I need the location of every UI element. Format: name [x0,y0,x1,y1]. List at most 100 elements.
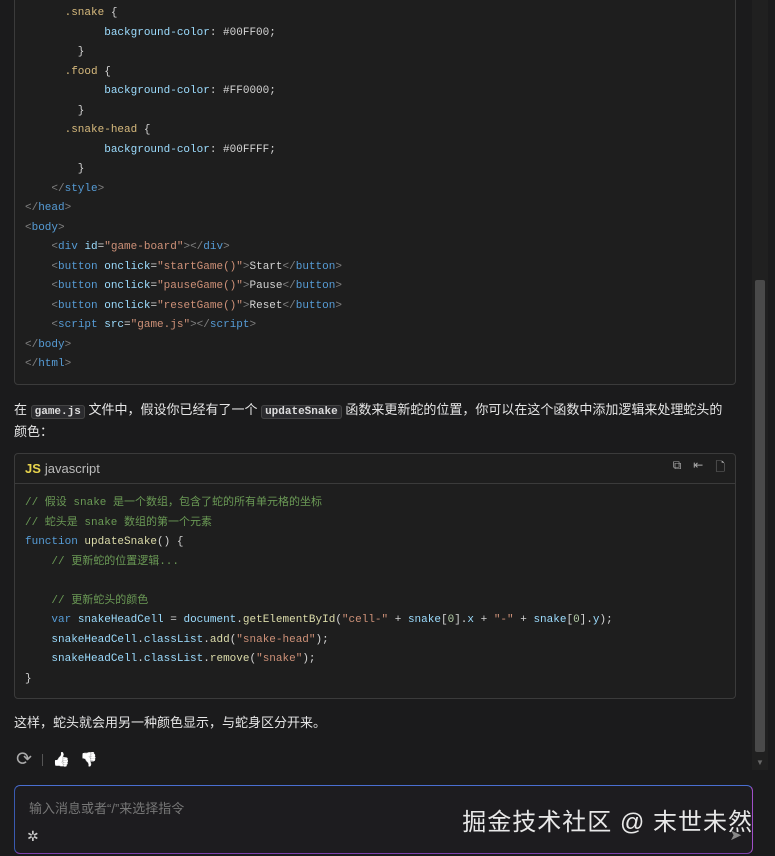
divider [41,753,43,766]
code-token: "startGame()" [157,260,243,273]
code-token: . [137,653,144,665]
code-line: </style> [25,180,725,200]
code-token: background-color [104,26,210,39]
code-line: } [25,102,725,122]
code-token: "resetGame()" [157,299,243,312]
code-token: > [64,202,72,214]
code-line: function updateSnake() { [25,533,725,553]
code-line: background-color: #00FF00; [25,24,725,44]
code-token: > [223,241,230,253]
code-token: style [64,182,98,195]
code-line: </body> [25,336,725,356]
code-line: <div id="game-board"></div> [25,238,725,258]
feedback-bar: ⟳ 👍 👎 [16,748,98,771]
code-token: [ [440,614,448,626]
javascript-code-block: JS javascript ⧉ ⇤ 🗋 // 假设 snake 是一个数组，包含… [14,453,736,699]
new-file-icon[interactable]: 🗋 [715,458,725,479]
code-token: snakeHeadCell [51,633,138,646]
code-token: . [203,633,210,646]
code-token: head [38,202,65,214]
code-token: // 更新蛇的位置逻辑... [51,555,180,568]
code-line: <button onclick="startGame()">Start</but… [25,258,725,278]
code-token: . [236,614,243,626]
code-line: .food { [25,63,725,83]
code-token: snakeHeadCell [51,653,138,665]
code-block-header: JS javascript ⧉ ⇤ 🗋 [15,454,735,484]
code-token: snakeHeadCell [77,614,164,626]
copy-icon[interactable]: ⧉ [673,458,682,479]
code-token: + [388,614,408,626]
code-token: ]. [454,614,468,626]
code-token: var [51,614,72,626]
code-token: remove [209,653,250,665]
code-token: ></ [190,319,210,331]
explanation-paragraph: 在 game.js 文件中，假设你已经有了一个 updateSnake 函数来更… [14,400,734,441]
code-token: > [335,260,342,273]
code-token: : #00FF00; [209,26,276,39]
code-token: </ [282,299,296,312]
code-token: "game.js" [130,319,191,331]
code-token: "snake" [256,653,303,665]
scrollbar[interactable]: ▼ [752,0,768,770]
watermark: 掘金技术社区 @ 末世未然 [462,809,753,836]
code-token: onclick [104,260,151,273]
code-token: { [104,7,118,19]
insert-code-icon[interactable]: ⇤ [693,458,703,479]
code-token: } [25,672,32,685]
code-line: .snake-head { [25,121,725,141]
code-token: body [31,221,59,234]
code-line: <script src="game.js"></script> [25,316,725,336]
code-token: > [64,338,72,351]
code-token: document [183,614,237,626]
scroll-down-arrow-icon[interactable]: ▼ [756,758,764,767]
code-content: .snake { background-color: #00FF00; } .f… [15,0,735,375]
code-token: body [38,338,65,351]
code-line: snakeHeadCell.classList.remove("snake"); [25,650,725,670]
code-line: background-color: #FF0000; [25,82,725,102]
code-line: <button onclick="resetGame()">Reset</but… [25,297,725,317]
code-token: snake [407,614,441,626]
code-token: snake [533,614,567,626]
code-token: . [137,633,144,646]
code-token: .food [64,65,98,78]
code-token: "game-board" [104,241,184,253]
code-token: src [104,319,125,331]
message-input[interactable]: 输入消息或者“/”来选择指令 [29,798,184,817]
code-token: div [203,241,224,253]
code-token: classList [143,633,204,646]
code-token: </ [25,358,39,370]
sparkle-icon[interactable]: ✲ [27,828,39,845]
code-token: Pause [249,280,283,292]
code-token: } [25,104,85,117]
code-token: getElementById [242,614,336,626]
code-line: </head> [25,199,725,219]
code-line: var snakeHeadCell = document.getElementB… [25,611,725,631]
code-token: "-" [493,614,514,626]
code-token: .snake-head [64,124,138,136]
thumbs-down-icon[interactable]: 👎 [80,751,97,768]
code-line: <button onclick="pauseGame()">Pause</but… [25,277,725,297]
text: 在 [14,402,31,417]
code-token: button [295,299,336,312]
code-token: script [209,319,250,331]
thumbs-up-icon[interactable]: 👍 [53,751,70,768]
code-token: </ [51,182,65,195]
scrollbar-thumb[interactable] [755,280,765,752]
code-line: } [25,160,725,180]
code-line: </html> [25,355,725,375]
regenerate-icon[interactable]: ⟳ [16,748,32,771]
code-token: > [58,221,65,234]
inline-code-function: updateSnake [261,405,342,419]
code-token: background-color [104,85,210,97]
code-token: x [467,614,474,626]
